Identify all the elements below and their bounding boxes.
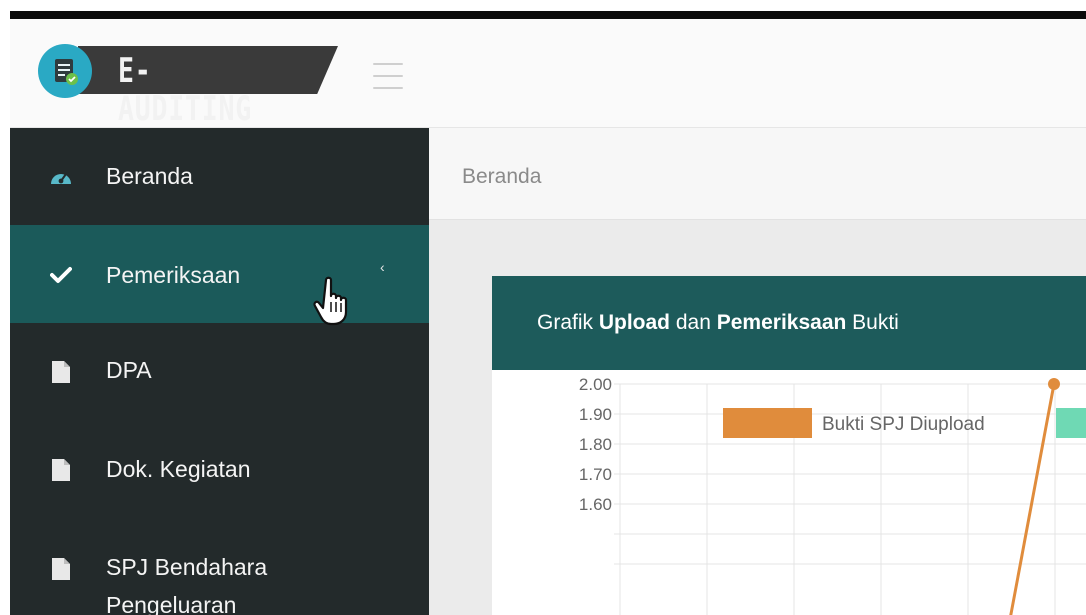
sidebar-item-label: Beranda xyxy=(106,163,193,189)
sidebar-item-label: DPA xyxy=(106,357,152,383)
top-black-strip xyxy=(10,11,1086,19)
menu-toggle-icon[interactable] xyxy=(373,59,403,93)
chevron-left-icon: ‹ xyxy=(380,259,385,275)
legend-swatch-pemeriksaan[interactable] xyxy=(1056,408,1086,438)
sidebar-item-label-line2: Pengeluaran xyxy=(106,592,237,615)
y-tick-label: 1.90 xyxy=(579,405,612,424)
panel-header: Grafik Upload dan Pemeriksaan Bukti xyxy=(492,276,1086,370)
y-tick-label: 1.60 xyxy=(579,495,612,514)
app-header: E-AUDITING xyxy=(10,19,1086,128)
dashboard-icon xyxy=(48,164,74,190)
logo-document-icon xyxy=(38,44,92,98)
check-icon xyxy=(48,262,74,288)
main-content: Beranda Grafik Upload dan Pemeriksaan Bu… xyxy=(429,128,1086,615)
sidebar-item-dpa[interactable]: DPA xyxy=(10,323,429,418)
chart-panel: Grafik Upload dan Pemeriksaan Bukti 2.00… xyxy=(492,276,1086,615)
sidebar-item-spj-bendahara[interactable]: SPJ Bendahara Pengeluaran xyxy=(10,513,429,615)
series-line-upload xyxy=(1009,383,1056,615)
legend-swatch-upload[interactable] xyxy=(723,408,812,438)
file-icon xyxy=(48,457,74,483)
logo-text: E-AUDITING xyxy=(118,51,252,129)
sidebar-item-dok-kegiatan[interactable]: Dok. Kegiatan xyxy=(10,418,429,513)
y-tick-label: 1.80 xyxy=(579,435,612,454)
app-logo[interactable]: E-AUDITING xyxy=(26,40,338,128)
breadcrumb-bar: Beranda xyxy=(429,128,1086,220)
y-tick-label: 1.70 xyxy=(579,465,612,484)
sidebar: Beranda Pemeriksaan ‹ DPA Dok. Kegiatan xyxy=(10,128,429,615)
sidebar-item-label: SPJ Bendahara xyxy=(106,554,268,580)
breadcrumb[interactable]: Beranda xyxy=(462,165,541,189)
sidebar-item-label: Dok. Kegiatan xyxy=(106,456,251,482)
sidebar-item-pemeriksaan[interactable]: Pemeriksaan ‹ xyxy=(10,225,429,323)
data-point-upload[interactable] xyxy=(1048,378,1060,390)
legend-label-upload: Bukti SPJ Diupload xyxy=(822,414,985,435)
hand-pointer-cursor-icon xyxy=(313,276,348,326)
file-icon xyxy=(48,556,74,582)
file-icon xyxy=(48,359,74,385)
sidebar-item-label: Pemeriksaan xyxy=(106,262,241,288)
y-tick-label: 2.00 xyxy=(579,375,612,394)
panel-title: Grafik Upload dan Pemeriksaan Bukti xyxy=(537,311,899,334)
top-edge xyxy=(0,0,1086,19)
line-chart: 2.00 1.90 1.80 1.70 1.60 Bukti SPJ Diupload xyxy=(579,375,1086,615)
sidebar-item-beranda[interactable]: Beranda xyxy=(10,128,429,225)
